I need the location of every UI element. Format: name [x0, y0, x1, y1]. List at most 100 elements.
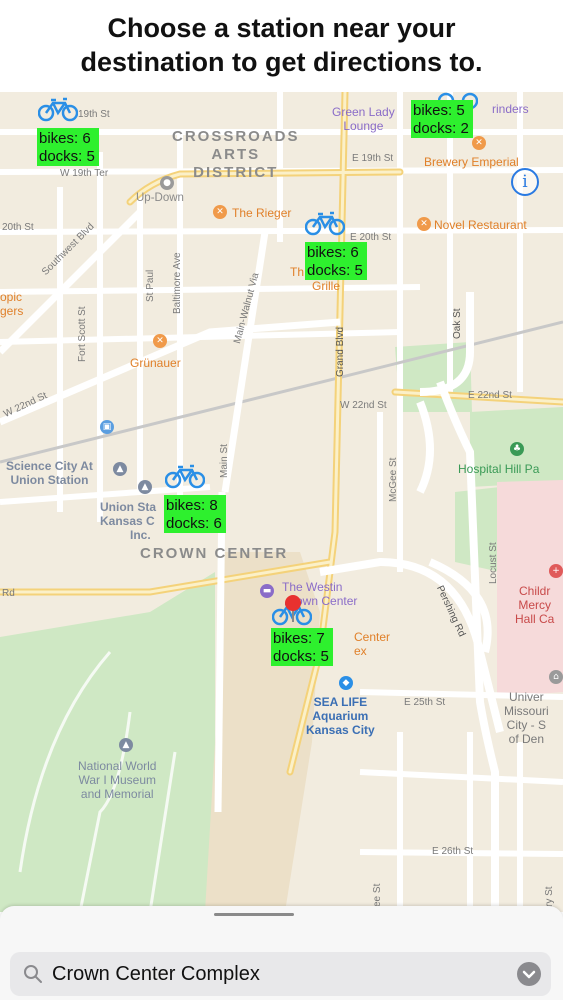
street-label-baltimore: Baltimore Ave	[172, 252, 183, 314]
street-label-ry-st: ry St	[544, 886, 555, 907]
train-station-icon: ▣	[100, 420, 114, 434]
district-line: CROSSROADS	[172, 128, 300, 145]
place-union-station-kc: Union Sta Kansas C Inc.	[100, 500, 156, 542]
district-label-crown-center: CROWN CENTER	[140, 545, 289, 562]
chevron-down-icon[interactable]	[517, 962, 541, 986]
district-label-crossroads: CROSSROADS ARTS DISTRICT	[172, 128, 300, 182]
place-green-lady: Green Lady Lounge	[332, 105, 395, 133]
park-icon: ♣	[510, 442, 524, 456]
station-info-5[interactable]: bikes: 7 docks: 5	[271, 628, 333, 666]
street-label-oak: Oak St	[452, 308, 463, 339]
place-wwi-museum: National World War I Museum and Memorial	[78, 759, 156, 801]
instruction-line-2: destination to get directions to.	[80, 47, 483, 77]
station-info-4[interactable]: bikes: 8 docks: 6	[164, 495, 226, 533]
street-label-19th: 19th St	[78, 109, 110, 120]
instruction-line-1: Choose a station near your	[107, 13, 456, 43]
museum-icon: ▲	[138, 480, 152, 494]
place-line: Kansas City	[306, 723, 375, 737]
place-sealife: SEA LIFE Aquarium Kansas City	[306, 695, 375, 737]
place-line: Childr	[519, 584, 551, 598]
restaurant-icon: ✕	[417, 217, 431, 231]
place-line: and Memorial	[80, 787, 154, 801]
street-label-w22nd: W 22nd St	[340, 400, 387, 411]
university-icon: ⌂	[549, 670, 563, 684]
docks-count: docks: 5	[273, 648, 329, 665]
place-novel-restaurant: Novel Restaurant	[434, 218, 527, 232]
street-label-e22nd: E 22nd St	[468, 390, 512, 401]
place-line: Univer	[508, 690, 544, 704]
place-line: War I Museum	[78, 773, 157, 787]
place-line: gers	[0, 304, 24, 318]
place-line: Inc.	[130, 528, 151, 542]
place-line: Green Lady	[332, 105, 395, 119]
street-label-e25th: E 25th St	[404, 697, 446, 708]
place-line: of Den	[508, 732, 545, 746]
docks-count: docks: 5	[39, 148, 95, 165]
bicycle-icon[interactable]	[38, 96, 78, 122]
bikes-count: bikes: 5	[413, 102, 465, 119]
place-grunauer: Grünauer	[130, 356, 181, 370]
restaurant-icon: ✕	[472, 136, 486, 150]
place-line: City - S	[506, 718, 546, 732]
search-input[interactable]: Crown Center Complex	[52, 952, 260, 996]
street-label-e19th: E 19th St	[352, 153, 394, 164]
place-grinders: rinders	[492, 102, 529, 116]
place-line: Missouri	[504, 704, 549, 718]
music-venue-icon: ●	[160, 176, 174, 190]
place-up-down: Up-Down	[136, 192, 184, 204]
place-line: SEA LIFE	[313, 695, 368, 709]
street-label-ee-st: ee St	[372, 883, 383, 907]
street-label-st-paul: St Paul	[145, 269, 156, 302]
place-the-rieger: The Rieger	[232, 206, 292, 220]
street-label-locust: Locust St	[488, 542, 499, 584]
street-label-fort-scott: Fort Scott St	[77, 306, 88, 362]
search-bar[interactable]: Crown Center Complex	[10, 952, 551, 996]
bikes-count: bikes: 6	[307, 244, 359, 261]
restaurant-icon: ✕	[213, 205, 227, 219]
hotel-icon: ▬	[260, 584, 274, 598]
place-line: Union Sta	[100, 500, 156, 514]
aquarium-icon: ◆	[339, 676, 353, 690]
place-line: Hall Ca	[515, 612, 555, 626]
info-icon[interactable]: i	[511, 168, 539, 196]
street-label-grand-blvd: Grand Blvd	[335, 326, 346, 377]
restaurant-icon: ✕	[153, 334, 167, 348]
place-childrens-mercy: Childr Mercy Hall Ca	[515, 584, 554, 626]
search-icon	[24, 965, 42, 983]
street-label-mcgee: McGee St	[388, 457, 399, 502]
docks-count: docks: 2	[413, 120, 469, 137]
place-hospital-hill-park: Hospital Hill Pa	[458, 462, 540, 476]
location-pin-icon	[285, 595, 301, 622]
hospital-icon: +	[549, 564, 563, 578]
place-line: opic	[0, 290, 23, 304]
docks-count: docks: 5	[307, 262, 363, 279]
museum-icon: ▲	[119, 738, 133, 752]
sheet-grabber[interactable]	[214, 913, 294, 916]
map-view[interactable]: CROSSROADS ARTS DISTRICT CROWN CENTER 19…	[0, 92, 563, 912]
bicycle-icon[interactable]	[305, 210, 345, 236]
place-science-city: Science City At Union Station	[6, 459, 93, 487]
station-info-3[interactable]: bikes: 6 docks: 5	[305, 242, 367, 280]
place-grille-prefix: Th	[290, 265, 305, 279]
place-line: Center	[354, 630, 391, 644]
bikes-count: bikes: 8	[166, 497, 218, 514]
bottom-sheet[interactable]: Crown Center Complex	[0, 906, 563, 1000]
station-info-2[interactable]: bikes: 5 docks: 2	[411, 100, 473, 138]
street-label-w19th-ter: W 19th Ter	[60, 168, 109, 179]
station-info-1[interactable]: bikes: 6 docks: 5	[37, 128, 99, 166]
street-label-main-st: Main St	[219, 444, 230, 478]
bicycle-icon[interactable]	[165, 463, 205, 489]
district-line: ARTS	[211, 146, 261, 163]
bikes-count: bikes: 6	[39, 130, 91, 147]
place-line: Aquarium	[312, 709, 369, 723]
place-tropicana: opic gers	[0, 290, 23, 318]
street-label-e26th: E 26th St	[432, 846, 474, 857]
place-line: Mercy	[518, 598, 552, 612]
place-line: Science City At	[6, 459, 93, 473]
street-label-20th: 20th St	[2, 222, 34, 233]
place-line: Union Station	[10, 473, 89, 487]
place-center-complex: Center ex	[354, 630, 390, 658]
street-label-rd: Rd	[2, 588, 15, 599]
docks-count: docks: 6	[166, 515, 222, 532]
place-line: The Westin	[282, 580, 343, 594]
